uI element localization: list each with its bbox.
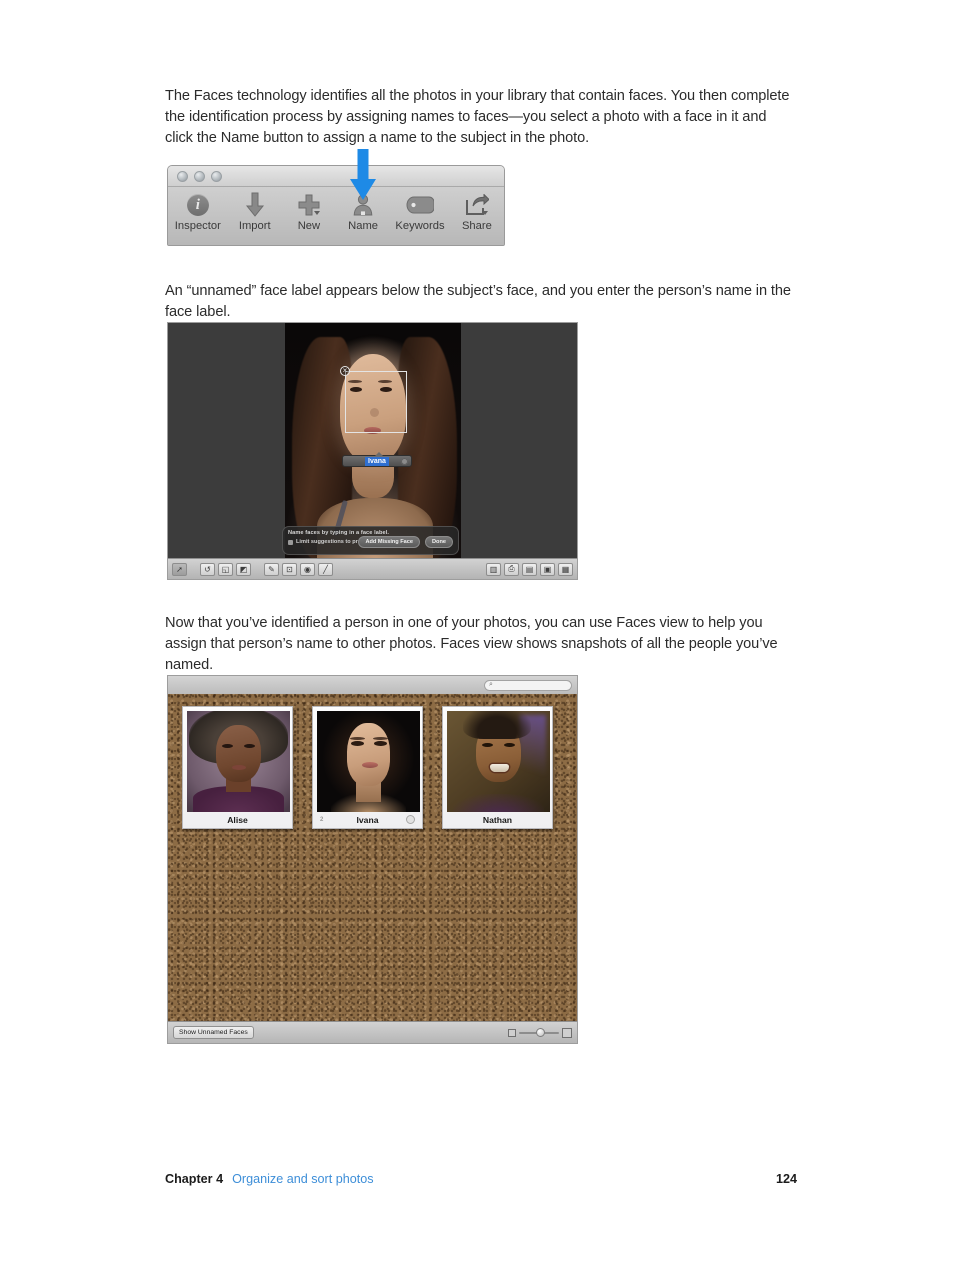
done-button[interactable]: Done bbox=[425, 536, 453, 548]
tag-icon bbox=[406, 191, 434, 219]
paragraph-face-label: An “unnamed” face label appears below th… bbox=[165, 282, 791, 320]
face-photo-alise bbox=[187, 711, 290, 812]
toolbar-item-share[interactable]: Share bbox=[450, 191, 504, 232]
photo-portrait-ivana: × Ivana bbox=[285, 323, 461, 560]
photo-editor-toolbar: ➚ ↺ ◱ ◩ ✎ ⊡ ◉ ╱ ▥ ⎙ ▤ ▣ ▦ bbox=[168, 558, 577, 579]
face-name-row[interactable]: Nathan bbox=[447, 812, 548, 828]
face-snapshot-alise[interactable]: Alise bbox=[182, 706, 293, 829]
search-input[interactable]: ⌕ bbox=[484, 679, 572, 691]
paragraph-faces-view: Now that you’ve identified a person in o… bbox=[165, 614, 778, 673]
photo-editor-figure: × Ivana Name faces by typing in a face l… bbox=[167, 322, 578, 580]
toolbar-label-new: New bbox=[297, 220, 321, 232]
face-photo-ivana bbox=[317, 711, 420, 812]
plus-icon bbox=[297, 191, 321, 219]
large-thumbnail-icon[interactable] bbox=[562, 1027, 572, 1038]
checkbox-icon[interactable] bbox=[288, 539, 293, 545]
face-snapshot-ivana[interactable]: 2 Ivana bbox=[312, 706, 423, 829]
thumbnail-size-slider[interactable] bbox=[508, 1027, 572, 1038]
info-circle-icon[interactable] bbox=[406, 814, 415, 826]
footer-section-link[interactable]: Organize and sort photos bbox=[232, 1172, 373, 1186]
toolbar-label-share: Share bbox=[461, 220, 492, 232]
page-footer: Chapter 4 Organize and sort photos 124 bbox=[165, 1172, 797, 1186]
face-snapshot-nathan[interactable]: Nathan bbox=[442, 706, 553, 829]
footer-page-number: 124 bbox=[775, 1172, 797, 1186]
face-name-row[interactable]: Alise bbox=[187, 812, 288, 828]
toolbar-item-keywords[interactable]: Keywords bbox=[390, 191, 450, 232]
close-circle-icon[interactable]: × bbox=[340, 366, 350, 376]
face-label-value: Ivana bbox=[365, 456, 389, 466]
small-thumbnail-icon[interactable] bbox=[508, 1028, 516, 1037]
close-circle-icon[interactable] bbox=[401, 457, 408, 465]
blue-down-arrow-icon bbox=[348, 149, 378, 201]
minimize-button[interactable] bbox=[194, 170, 205, 182]
hud-button-group: Add Missing Face Done bbox=[358, 536, 453, 548]
face-name-label: Alise bbox=[227, 815, 248, 825]
footer-chapter: Chapter 4 bbox=[165, 1172, 224, 1186]
add-missing-face-button[interactable]: Add Missing Face bbox=[358, 536, 421, 548]
down-arrow-icon bbox=[245, 191, 265, 219]
toolbar-label-keywords: Keywords bbox=[395, 220, 445, 232]
faces-bottombar: Show Unnamed Faces bbox=[168, 1021, 577, 1043]
faces-topbar: ⌕ bbox=[168, 676, 577, 695]
flip-icon[interactable]: ◩ bbox=[236, 562, 251, 576]
paragraph-intro: The Faces technology identifies all the … bbox=[165, 87, 790, 146]
faces-hud-panel: Name faces by typing in a face label. Li… bbox=[282, 526, 459, 555]
print-icon[interactable]: ⎙ bbox=[504, 562, 519, 576]
toolbar-figure: i Inspector Import New Name Keywords Sha… bbox=[167, 165, 505, 246]
toolbar-label-inspector: Inspector bbox=[174, 220, 221, 232]
faces-snapshot-row: Alise 2 Ivana Nathan bbox=[182, 706, 553, 829]
show-unnamed-faces-button[interactable]: Show Unnamed Faces bbox=[173, 1026, 254, 1039]
panel-icon[interactable]: ▦ bbox=[558, 562, 573, 576]
search-icon: ⌕ bbox=[489, 681, 493, 688]
chevron-down-icon bbox=[481, 211, 488, 215]
face-name-row[interactable]: 2 Ivana bbox=[317, 812, 418, 828]
info-circle-icon: i bbox=[186, 191, 209, 219]
photo-canvas: × Ivana Name faces by typing in a face l… bbox=[168, 323, 577, 560]
slider-track[interactable] bbox=[519, 1028, 559, 1037]
corkboard-background: Alise 2 Ivana Nathan bbox=[168, 694, 577, 1022]
face-count-badge: 2 bbox=[320, 817, 324, 823]
face-label-field[interactable]: Ivana bbox=[342, 452, 412, 467]
metadata-icon[interactable]: ▤ bbox=[522, 562, 537, 576]
toolbar-label-import: Import bbox=[238, 220, 271, 232]
retouch-icon[interactable]: ✎ bbox=[264, 562, 279, 576]
share-export-icon bbox=[465, 191, 489, 219]
face-detection-box[interactable]: × bbox=[340, 366, 407, 433]
toolbar-item-import[interactable]: Import bbox=[228, 191, 282, 232]
toolbar-item-inspector[interactable]: i Inspector bbox=[168, 191, 228, 232]
toolbar-row: i Inspector Import New Name Keywords Sha… bbox=[168, 187, 504, 245]
red-eye-icon[interactable]: ◉ bbox=[300, 562, 315, 576]
straighten-icon[interactable]: ◱ bbox=[218, 562, 233, 576]
slider-knob[interactable] bbox=[536, 1028, 545, 1037]
zoom-button[interactable] bbox=[211, 170, 222, 182]
crop-icon[interactable]: ⊡ bbox=[282, 562, 297, 576]
camera-info-icon[interactable]: ▥ bbox=[486, 562, 501, 576]
arrow-select-icon[interactable]: ➚ bbox=[172, 562, 187, 576]
fullscreen-icon[interactable]: ▣ bbox=[540, 562, 555, 576]
adjust-icon[interactable]: ╱ bbox=[318, 562, 333, 576]
window-titlebar bbox=[168, 166, 504, 187]
rotate-left-icon[interactable]: ↺ bbox=[200, 562, 215, 576]
face-name-label: Nathan bbox=[482, 815, 513, 825]
close-button[interactable] bbox=[177, 170, 188, 182]
toolbar-label-name: Name bbox=[348, 220, 379, 232]
face-photo-nathan bbox=[447, 711, 550, 812]
toolbar-item-new[interactable]: New bbox=[282, 191, 336, 232]
face-name-label: Ivana bbox=[356, 815, 379, 825]
faces-view-figure: ⌕ Alise 2 Ivana Nathan Show Unnamed Face… bbox=[167, 675, 578, 1044]
chevron-down-icon bbox=[313, 211, 320, 215]
